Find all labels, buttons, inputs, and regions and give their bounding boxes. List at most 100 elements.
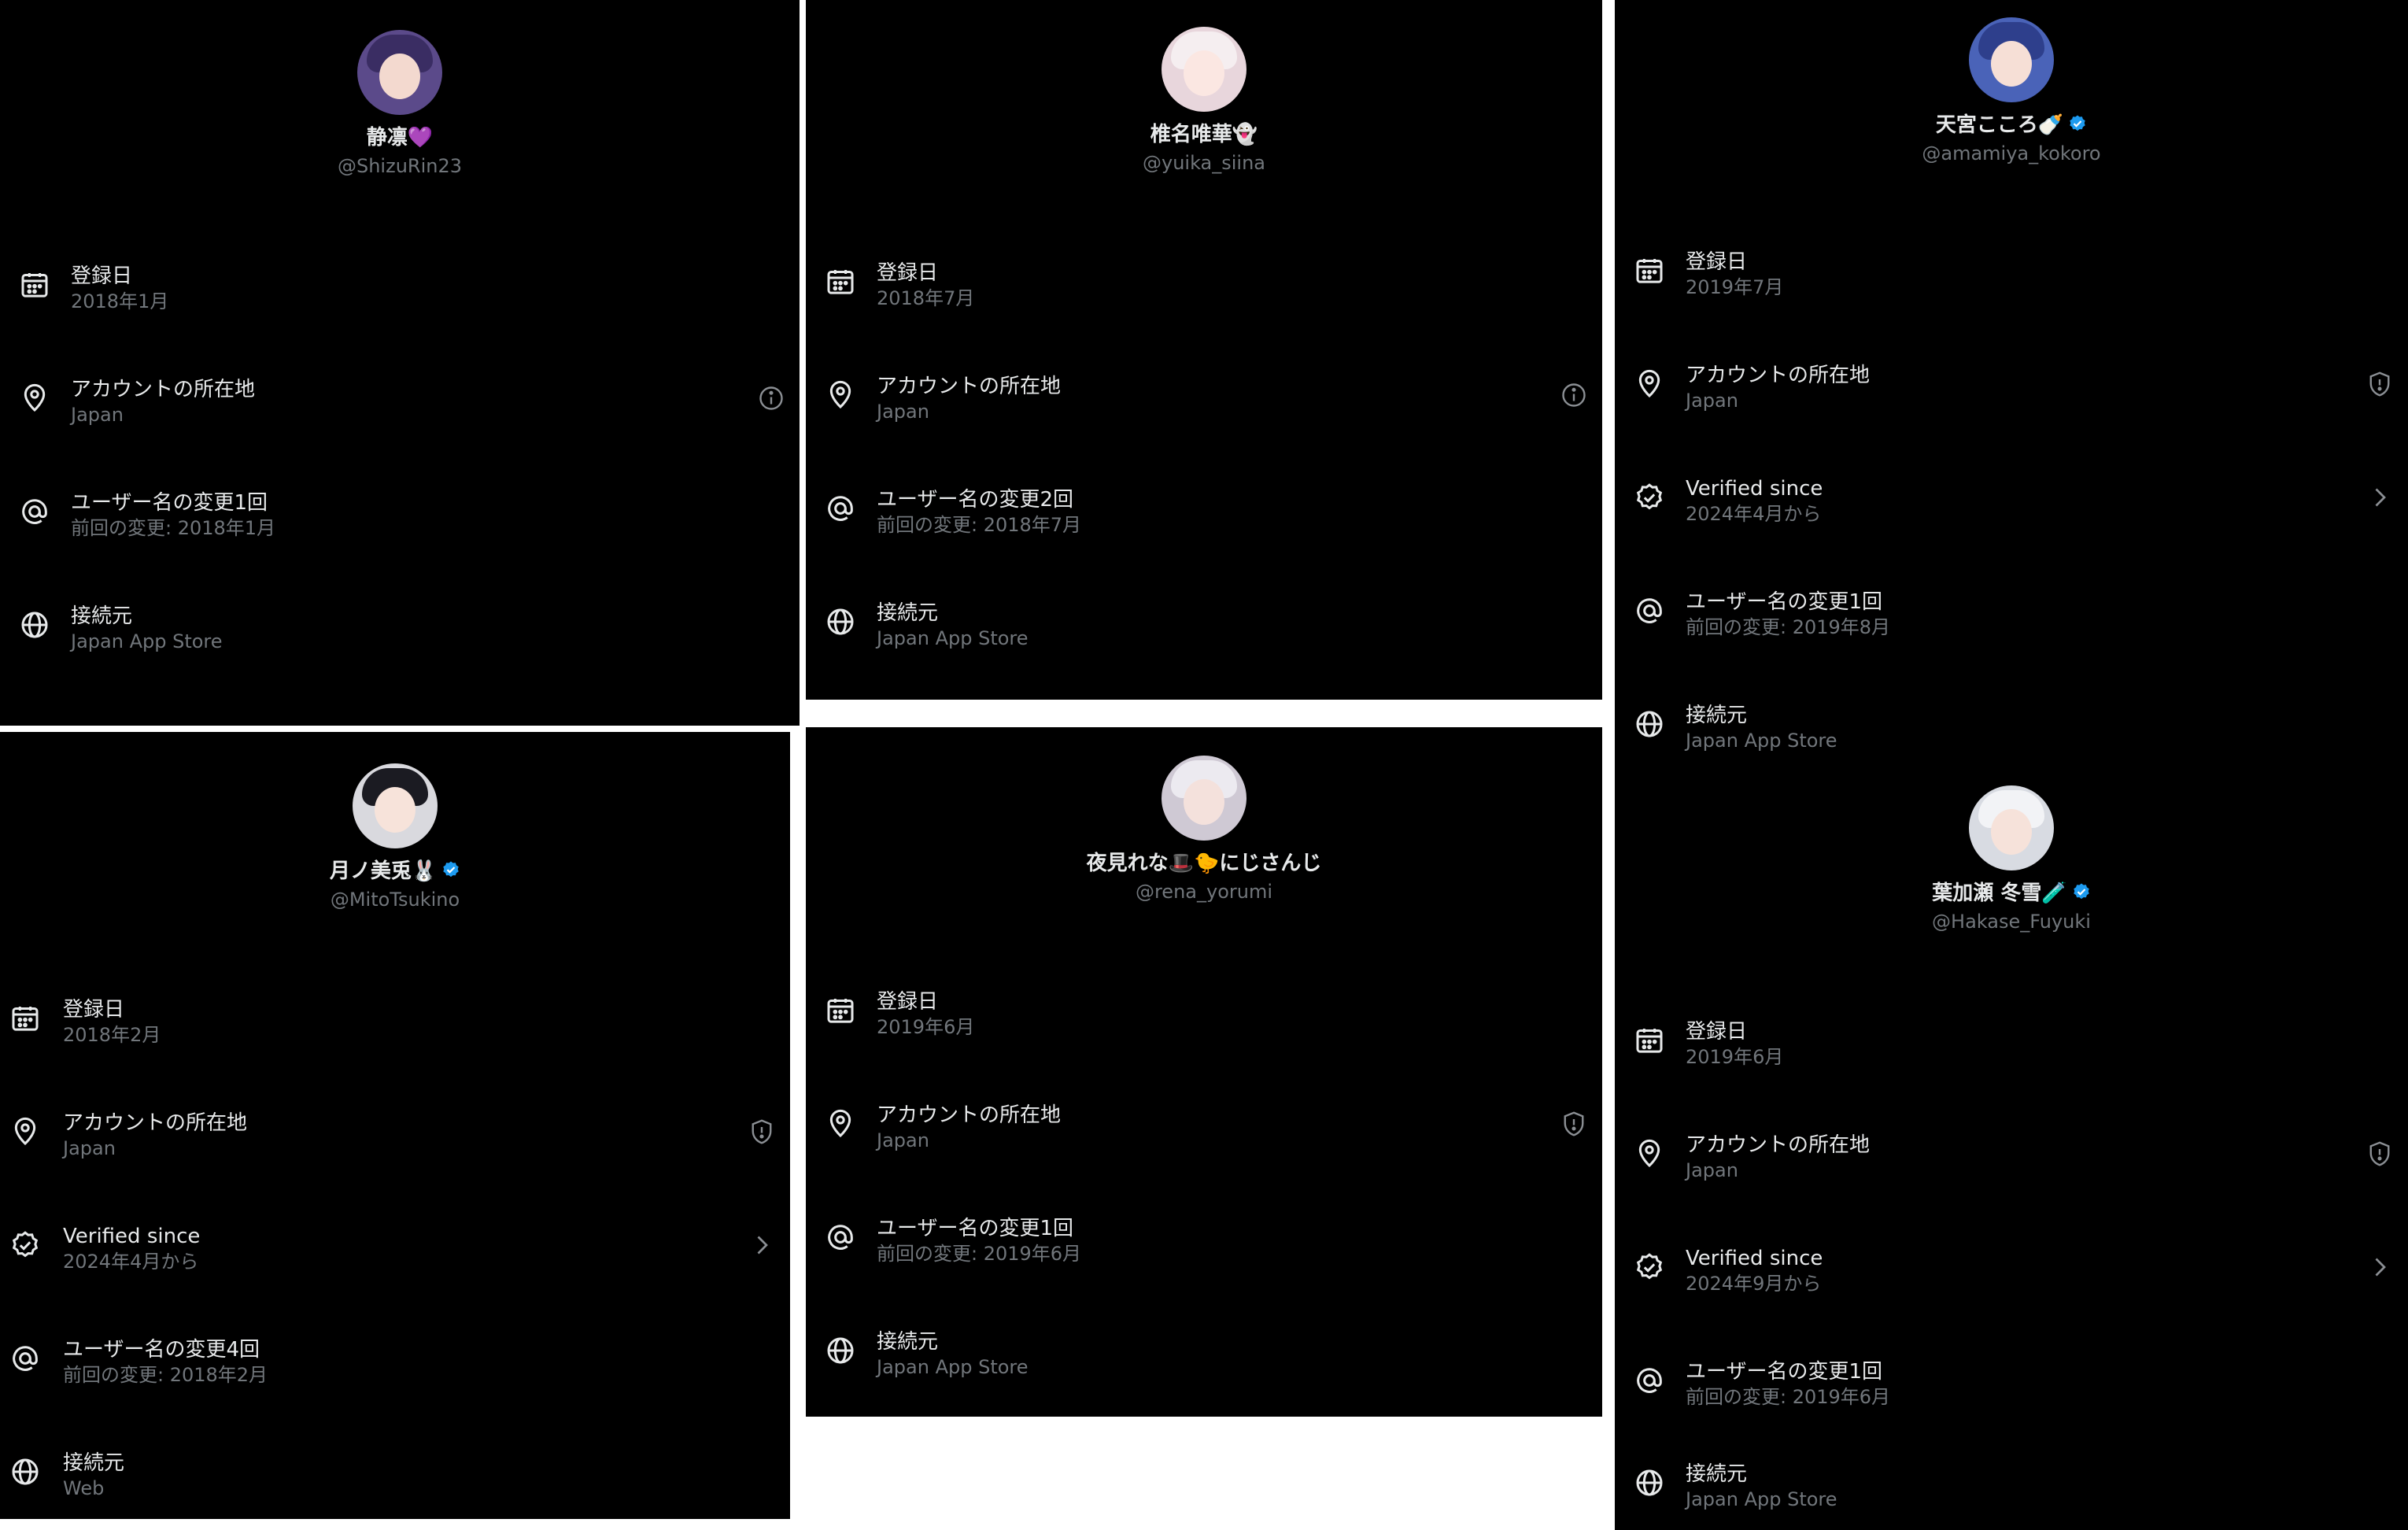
verified-row[interactable]: Verified since 2024年9月から [1615, 1229, 2408, 1308]
verified-badge-icon [2072, 882, 2091, 901]
handle: @MitoTsukino [330, 889, 460, 911]
row-title: アカウントの所在地 [71, 378, 256, 401]
row-title: Verified since [1686, 477, 1823, 501]
row-title: ユーザー名の変更2回 [877, 488, 1074, 512]
verified-badge-icon [2068, 114, 2087, 133]
globe-icon [19, 609, 50, 641]
avatar[interactable] [353, 763, 438, 848]
profile-header: 椎名唯華👻 @yuika_siina [806, 27, 1602, 174]
location-row: アカウントの所在地 Japan [0, 1094, 790, 1173]
calendar-icon [19, 269, 50, 301]
row-title: 接続元 [1686, 1462, 1748, 1486]
row-title: Verified since [1686, 1247, 1823, 1270]
row-value: Japan App Store [1686, 1488, 1837, 1510]
row-value: 2018年7月 [877, 287, 975, 309]
username-change-row: ユーザー名の変更2回 前回の変更: 2018年7月 [806, 471, 1602, 549]
calendar-icon [1634, 1025, 1665, 1056]
shield-icon[interactable] [2366, 370, 2394, 398]
profile-panel: 葉加瀬 冬雪🧪 @Hakase_Fuyuki 登録日 2019年6月 アカウントの… [1615, 768, 2408, 1530]
row-value: 2019年7月 [1686, 276, 1784, 298]
row-title: ユーザー名の変更4回 [63, 1338, 260, 1362]
username-change-row: ユーザー名の変更4回 前回の変更: 2018年2月 [0, 1321, 790, 1399]
row-value: Web [63, 1477, 105, 1499]
joined-row: 登録日 2018年2月 [0, 981, 790, 1059]
connected-via-row: 接続元 Japan App Store [1615, 686, 2408, 765]
verified-row[interactable]: Verified since 2024年4月から [0, 1207, 790, 1286]
row-title: 接続元 [71, 604, 133, 628]
row-title: 接続元 [63, 1451, 125, 1475]
at-sign-icon [9, 1343, 41, 1374]
connected-via-row: 接続元 Web [0, 1434, 790, 1513]
avatar[interactable] [1162, 756, 1246, 841]
row-title: ユーザー名の変更1回 [877, 1217, 1074, 1240]
location-row: アカウントの所在地 Japan [0, 360, 800, 439]
row-value: 2024年4月から [1686, 503, 1822, 525]
username-change-row: ユーザー名の変更1回 前回の変更: 2019年6月 [806, 1199, 1602, 1278]
row-title: 登録日 [1686, 1020, 1748, 1044]
connected-via-row: 接続元 Japan App Store [0, 587, 800, 666]
row-title: アカウントの所在地 [1686, 1133, 1871, 1157]
info-icon[interactable] [1560, 381, 1588, 409]
shield-icon[interactable] [748, 1118, 776, 1146]
row-title: アカウントの所在地 [1686, 364, 1871, 387]
row-title: 接続元 [1686, 704, 1748, 727]
verified-row[interactable]: Verified since 2024年4月から [1615, 460, 2408, 538]
location-row: アカウントの所在地 Japan [1615, 1116, 2408, 1195]
info-icon[interactable] [757, 384, 785, 412]
globe-icon [825, 606, 856, 638]
display-name: 天宮こころ🍼 [1615, 109, 2408, 138]
row-value: 2024年4月から [63, 1251, 199, 1273]
row-value: 前回の変更: 2018年1月 [71, 517, 276, 539]
row-value: Japan [877, 1129, 929, 1151]
profile-panel: 天宮こころ🍼 @amamiya_kokoro 登録日 2019年7月 アカウントの… [1615, 0, 2408, 768]
row-value: Japan App Store [877, 1356, 1029, 1378]
row-title: 接続元 [877, 1330, 939, 1354]
row-value: Japan [1686, 1159, 1738, 1181]
chevron-right-icon[interactable] [748, 1231, 776, 1259]
calendar-icon [9, 1003, 41, 1034]
joined-row: 登録日 2018年7月 [806, 244, 1602, 323]
avatar[interactable] [357, 30, 442, 115]
row-value: 前回の変更: 2018年7月 [877, 514, 1082, 536]
row-value: Japan [877, 401, 929, 423]
display-name: 椎名唯華👻 [1150, 123, 1258, 146]
row-title: ユーザー名の変更1回 [1686, 1360, 1883, 1384]
at-sign-icon [19, 496, 50, 527]
verified-check-icon [1634, 482, 1665, 513]
at-sign-icon [1634, 595, 1665, 626]
location-pin-icon [825, 379, 856, 411]
globe-icon [1634, 1467, 1665, 1499]
connected-via-row: 接続元 Japan App Store [1615, 1445, 2408, 1524]
avatar[interactable] [1969, 785, 2054, 870]
avatar[interactable] [1969, 17, 2054, 102]
joined-row: 登録日 2019年6月 [806, 973, 1602, 1051]
shield-icon[interactable] [1560, 1110, 1588, 1138]
joined-row: 登録日 2019年6月 [1615, 1003, 2408, 1081]
calendar-icon [1634, 255, 1665, 286]
display-name: 静凛💜 [366, 126, 434, 150]
row-value: 前回の変更: 2018年2月 [63, 1364, 268, 1386]
connected-via-row: 接続元 Japan App Store [806, 1313, 1602, 1391]
handle: @ShizuRin23 [337, 155, 462, 177]
chevron-right-icon[interactable] [2366, 1253, 2394, 1281]
row-title: 登録日 [63, 998, 125, 1022]
display-name: 葉加瀬 冬雪🧪 [1615, 877, 2408, 906]
profile-header: 月ノ美兎🐰 @MitoTsukino [0, 763, 790, 911]
username-change-row: ユーザー名の変更1回 前回の変更: 2018年1月 [0, 474, 800, 552]
row-value: 2018年2月 [63, 1024, 161, 1046]
verified-check-icon [1634, 1251, 1665, 1283]
avatar[interactable] [1162, 27, 1246, 112]
row-title: 登録日 [71, 264, 133, 288]
location-pin-icon [9, 1116, 41, 1148]
verified-check-icon [9, 1229, 41, 1261]
row-title: 登録日 [877, 990, 939, 1014]
display-name: 夜見れな🎩🐤にじさんじ [1086, 852, 1322, 875]
location-row: アカウントの所在地 Japan [806, 1086, 1602, 1165]
calendar-icon [825, 995, 856, 1026]
profile-panel: 静凛💜 @ShizuRin23 登録日 2018年1月 アカウントの所在地 Japa… [0, 0, 800, 726]
shield-icon[interactable] [2366, 1140, 2394, 1168]
handle: @amamiya_kokoro [1922, 142, 2101, 164]
row-value: 前回の変更: 2019年6月 [1686, 1386, 1891, 1408]
chevron-right-icon[interactable] [2366, 483, 2394, 512]
location-pin-icon [1634, 368, 1665, 400]
